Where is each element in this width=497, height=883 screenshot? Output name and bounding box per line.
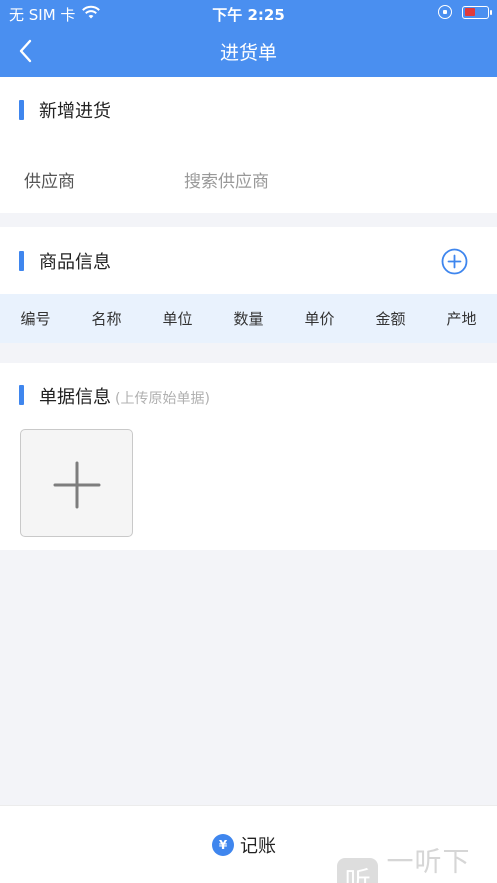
record-account-button[interactable]: ¥ 记账 [212, 832, 276, 858]
section-title-text: 单据信息 [39, 387, 111, 408]
document-info-section: 单据信息 (上传原始单据) [0, 363, 497, 550]
section-title-document-info: 单据信息 (上传原始单据) [39, 383, 210, 409]
column-header-number: 编号 [20, 310, 51, 328]
upload-hint: (上传原始单据) [115, 391, 210, 407]
column-header-quantity: 数量 [233, 310, 264, 328]
goods-table-header: 编号 名称 单位 数量 单价 金额 产地 [0, 294, 497, 343]
section-title-goods-info: 商品信息 [39, 252, 111, 273]
column-header-name: 名称 [91, 310, 122, 328]
navigation-bar: 进货单 [0, 26, 497, 77]
section-title-new-purchase: 新增进货 [39, 101, 111, 122]
purchase-order-screen: 无 SIM 卡 下午 2:25 进货单 新增进货 供应商 搜索供应商 商品信息 … [0, 0, 497, 883]
battery-fill [464, 8, 476, 16]
supplier-search-input[interactable]: 搜索供应商 [184, 167, 269, 192]
status-bar: 无 SIM 卡 下午 2:25 [0, 0, 497, 26]
watermark: 听 一听下载 [337, 840, 497, 883]
status-right [438, 5, 492, 19]
section-accent-bar [19, 385, 24, 405]
plus-icon [53, 461, 101, 509]
battery-icon [462, 5, 492, 19]
record-account-label: 记账 [240, 836, 276, 857]
status-time: 下午 2:25 [212, 6, 285, 24]
goods-info-section: 商品信息 编号 名称 单位 数量 单价 金额 产地 [0, 227, 497, 343]
watermark-logo: 听 [337, 858, 379, 883]
top-bar: 无 SIM 卡 下午 2:25 进货单 [0, 0, 497, 77]
add-goods-button[interactable] [441, 248, 468, 275]
column-header-amount: 金额 [375, 310, 406, 328]
column-header-unit-price: 单价 [304, 310, 335, 328]
plus-circle-icon [441, 248, 468, 275]
new-purchase-section: 新增进货 供应商 搜索供应商 [0, 77, 497, 213]
column-header-origin: 产地 [446, 310, 477, 328]
upload-document-button[interactable] [20, 429, 133, 537]
page-title: 进货单 [219, 42, 277, 64]
yen-icon: ¥ [212, 834, 234, 856]
section-accent-bar [19, 100, 24, 120]
supplier-label: 供应商 [24, 172, 75, 192]
orientation-lock-icon [438, 5, 452, 19]
watermark-text: 一听下载 [386, 847, 471, 878]
column-header-unit: 单位 [162, 310, 193, 328]
section-accent-bar [19, 251, 24, 271]
